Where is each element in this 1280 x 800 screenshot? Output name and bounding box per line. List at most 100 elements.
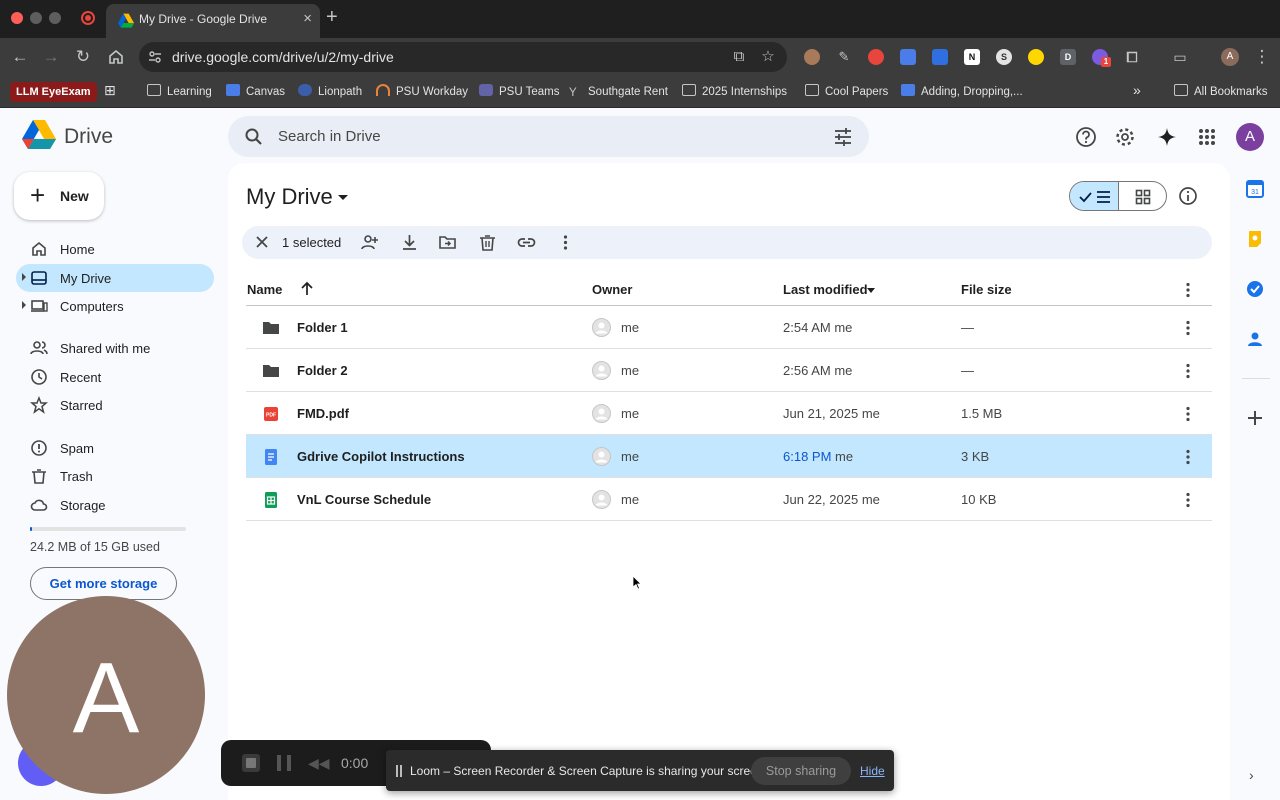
apps-grid-icon[interactable]	[1196, 126, 1218, 148]
bookmark-adding-dropping[interactable]: Adding, Dropping,...	[901, 84, 1023, 100]
window-minimize-button[interactable]	[30, 12, 42, 24]
new-tab-button[interactable]: +	[326, 6, 338, 28]
chrome-profile-avatar[interactable]: A	[1221, 48, 1239, 66]
new-button[interactable]: + New	[14, 172, 104, 220]
tab-close-icon[interactable]: ×	[303, 9, 312, 29]
file-name[interactable]: VnL Course Schedule	[297, 492, 431, 507]
reload-icon[interactable]: ↻	[73, 47, 93, 67]
add-addon-plus-icon[interactable]	[1245, 408, 1265, 428]
bookmark-southgate-rent[interactable]: Y Southgate Rent	[569, 84, 668, 100]
sidebar-item-shared-with-me[interactable]: Shared with me	[16, 334, 214, 362]
row-more-actions-icon[interactable]	[1178, 404, 1198, 424]
row-more-actions-icon[interactable]	[1178, 490, 1198, 510]
table-row[interactable]: VnL Course Schedule me Jun 22, 2025 me 10 K…	[246, 478, 1212, 521]
bookmark-psu-workday[interactable]: PSU Workday	[376, 84, 468, 100]
eyedropper-extension-icon[interactable]: ✎	[836, 49, 852, 65]
table-row[interactable]: PDF FMD.pdf me Jun 21, 2025 me 1.5 MB	[246, 392, 1212, 435]
search-options-icon[interactable]	[833, 127, 853, 147]
bookmark-lionpath[interactable]: Lionpath	[298, 84, 362, 100]
search-input[interactable]	[278, 116, 798, 157]
search-bar[interactable]	[228, 116, 869, 157]
apps-grid-icon[interactable]: ⊞	[104, 82, 116, 98]
extension-blue-icon[interactable]	[932, 49, 948, 65]
contacts-icon[interactable]	[1245, 329, 1265, 349]
row-more-actions-icon[interactable]	[1178, 361, 1198, 381]
drive-logo-text[interactable]: Drive	[64, 125, 113, 149]
sidebar-item-trash[interactable]: Trash	[16, 462, 214, 490]
file-name[interactable]: Folder 1	[297, 320, 348, 335]
translate-extension-icon[interactable]	[900, 49, 916, 65]
column-header-last-modified[interactable]: Last modified	[783, 282, 868, 297]
side-panel-icon[interactable]: ▭	[1172, 49, 1188, 65]
forward-arrow-icon[interactable]: →	[41, 47, 61, 67]
bookmark-psu-teams[interactable]: PSU Teams	[479, 84, 560, 100]
show-side-panel-chevron-icon[interactable]: ›	[1249, 767, 1254, 783]
pause-recording-icon[interactable]	[277, 755, 291, 771]
download-icon[interactable]	[400, 233, 419, 252]
loom-camera-bubble[interactable]: A	[7, 596, 205, 794]
grid-view-button[interactable]	[1119, 182, 1166, 210]
sidebar-item-storage[interactable]: Storage	[16, 491, 214, 519]
window-close-button[interactable]	[11, 12, 23, 24]
row-more-actions-icon[interactable]	[1178, 447, 1198, 467]
extension-d-icon[interactable]: D	[1060, 49, 1076, 65]
extension-yellow-icon[interactable]	[1028, 49, 1044, 65]
extension-1-icon[interactable]	[804, 49, 820, 65]
search-icon[interactable]	[244, 127, 264, 147]
title-dropdown-icon[interactable]	[338, 195, 348, 200]
sidebar-item-recent[interactable]: Recent	[16, 363, 214, 391]
file-name[interactable]: Folder 2	[297, 363, 348, 378]
bookmark-cool-papers[interactable]: Cool Papers	[805, 84, 888, 100]
bookmarks-overflow-icon[interactable]: »	[1133, 82, 1141, 98]
restart-recording-icon[interactable]: ◀◀	[308, 755, 330, 771]
bookmark-2025-internships[interactable]: 2025 Internships	[682, 84, 787, 100]
sort-ascending-arrow-icon[interactable]	[299, 281, 315, 297]
settings-gear-icon[interactable]	[1114, 126, 1136, 148]
tasks-icon[interactable]	[1245, 279, 1265, 299]
drive-logo-icon[interactable]	[22, 120, 56, 150]
page-title[interactable]: My Drive	[246, 184, 333, 210]
table-row[interactable]: Folder 1 me 2:54 AM me —	[246, 306, 1212, 349]
window-maximize-button[interactable]	[49, 12, 61, 24]
chrome-menu-icon[interactable]: ⋮	[1252, 47, 1272, 67]
bookmark-llm-eyeexam[interactable]: LLM EyeExam	[10, 82, 97, 102]
extensions-puzzle-icon[interactable]: ⧠	[1124, 49, 1140, 65]
bookmark-learning[interactable]: Learning	[147, 84, 212, 100]
sidebar-item-spam[interactable]: Spam	[16, 434, 214, 462]
row-more-actions-icon[interactable]	[1178, 318, 1198, 338]
sidebar-item-starred[interactable]: Starred	[16, 391, 214, 419]
sidebar-item-my-drive[interactable]: My Drive	[16, 264, 214, 292]
sort-dropdown-icon[interactable]	[867, 288, 875, 293]
account-avatar[interactable]: A	[1236, 123, 1264, 151]
stop-sharing-button[interactable]: Stop sharing	[751, 757, 851, 785]
keep-icon[interactable]	[1245, 229, 1265, 249]
table-row[interactable]: Gdrive Copilot Instructions me 6:18 PM me 3…	[246, 435, 1212, 478]
home-icon[interactable]	[106, 47, 126, 67]
bookmark-canvas[interactable]: Canvas	[226, 84, 285, 100]
all-bookmarks[interactable]: All Bookmarks	[1174, 84, 1268, 100]
back-arrow-icon[interactable]: ←	[10, 47, 30, 67]
extension-badge-icon[interactable]: 1	[1092, 49, 1111, 67]
extension-red-icon[interactable]	[868, 49, 884, 65]
trash-icon[interactable]	[478, 233, 497, 252]
stop-recording-button[interactable]	[242, 754, 260, 772]
column-options-icon[interactable]	[1178, 280, 1198, 300]
address-bar[interactable]: drive.google.com/drive/u/2/my-drive ⧉ ☆	[139, 42, 787, 72]
expand-caret-icon[interactable]	[22, 273, 26, 281]
file-name[interactable]: Gdrive Copilot Instructions	[297, 449, 465, 464]
info-icon[interactable]	[1178, 186, 1198, 206]
sidebar-item-computers[interactable]: Computers	[16, 292, 214, 320]
hide-notification-link[interactable]: Hide	[860, 764, 885, 778]
drag-handle-icon[interactable]	[396, 765, 402, 777]
site-info-icon[interactable]	[147, 49, 163, 65]
copy-link-icon[interactable]	[517, 233, 536, 252]
sidebar-item-home[interactable]: Home	[16, 235, 214, 263]
list-view-button[interactable]	[1070, 182, 1119, 210]
column-header-file-size[interactable]: File size	[961, 282, 1012, 297]
expand-caret-icon[interactable]	[22, 301, 26, 309]
share-person-add-icon[interactable]	[360, 233, 379, 252]
notion-extension-icon[interactable]: N	[964, 49, 980, 65]
help-icon[interactable]	[1075, 126, 1097, 148]
column-header-owner[interactable]: Owner	[592, 282, 632, 297]
clear-selection-close-icon[interactable]	[252, 232, 272, 252]
